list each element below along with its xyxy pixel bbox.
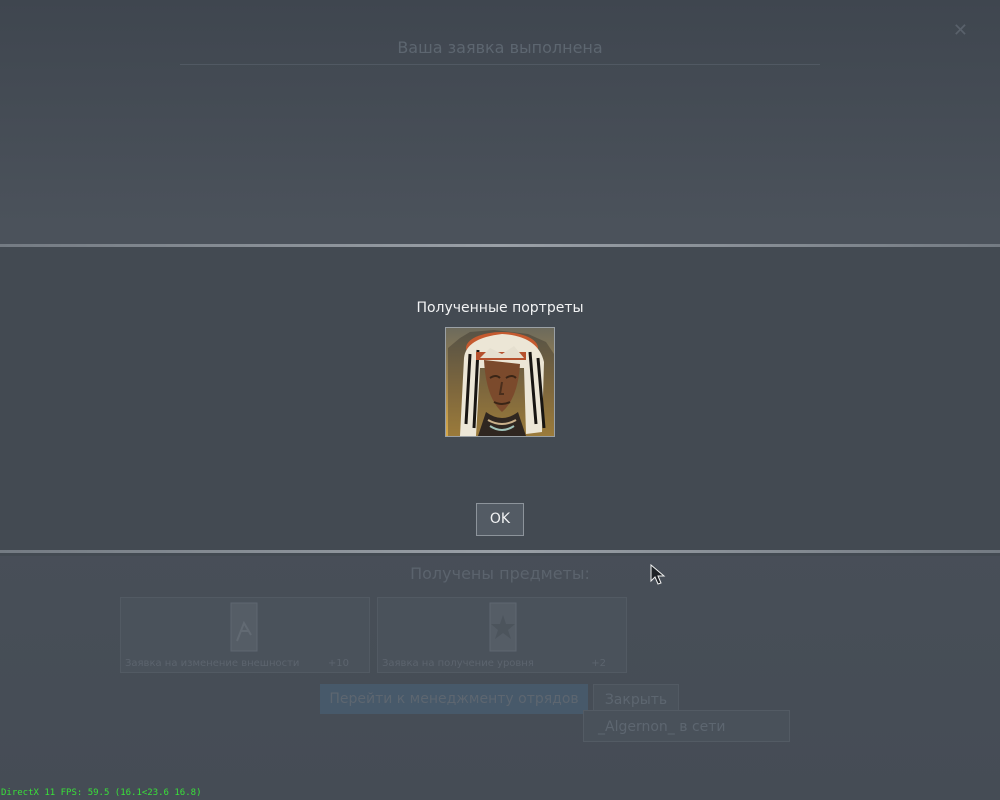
online-status: _Algernon_ в сети xyxy=(583,710,790,742)
page-title: Ваша заявка выполнена xyxy=(397,38,603,57)
modal-heading: Полученные портреты xyxy=(416,300,584,316)
portrait-image[interactable] xyxy=(445,327,555,437)
ok-button[interactable]: OK xyxy=(476,503,524,536)
cursor-icon xyxy=(650,564,666,585)
modal-top-edge xyxy=(0,244,1000,247)
item-card-level[interactable]: Заявка на получение уровня +2 xyxy=(377,597,627,673)
item-label: Заявка на изменение внешности xyxy=(125,658,300,669)
item-star-icon xyxy=(489,602,517,652)
fps-counter: DirectX 11 FPS: 59.5 (16.1<23.6 16.8) xyxy=(1,788,202,798)
item-label: Заявка на получение уровня xyxy=(382,658,534,669)
item-count: +10 xyxy=(327,658,349,669)
item-scroll-icon xyxy=(230,602,258,652)
received-items-title: Получены предметы: xyxy=(410,564,590,583)
modal-bottom-edge xyxy=(0,550,1000,553)
title-divider xyxy=(180,64,820,65)
item-card-appearance[interactable]: Заявка на изменение внешности +10 xyxy=(120,597,370,673)
squad-management-button[interactable]: Перейти к менеджменту отрядов xyxy=(320,684,588,714)
item-count: +2 xyxy=(591,658,606,669)
